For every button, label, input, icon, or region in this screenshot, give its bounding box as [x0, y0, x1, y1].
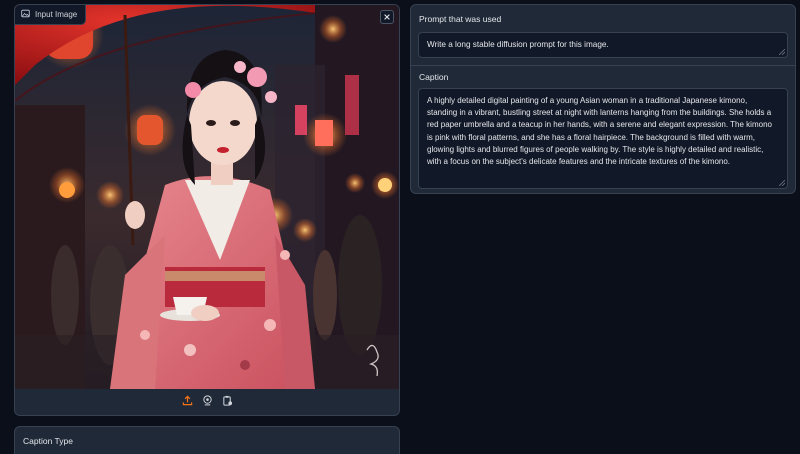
input-image-panel[interactable]: Input Image [14, 4, 400, 416]
upload-button[interactable] [181, 393, 193, 411]
clipboard-button[interactable] [221, 393, 233, 411]
upload-icon [182, 393, 193, 411]
prompt-label: Prompt that was used [419, 14, 502, 24]
prompt-textbox[interactable]: Write a long stable diffusion prompt for… [418, 32, 788, 58]
output-panel: Prompt that was used Write a long stable… [410, 4, 796, 194]
input-image-label-text: Input Image [35, 10, 78, 19]
app-page: Input Image Caption Type Prompt that was… [0, 0, 800, 454]
caption-label: Caption [419, 72, 449, 82]
resize-handle-icon[interactable] [779, 180, 785, 186]
webcam-button[interactable] [201, 393, 213, 411]
divider [411, 65, 795, 66]
image-source-toolbar [15, 389, 399, 415]
caption-textbox[interactable]: A highly detailed digital painting of a … [418, 88, 788, 189]
caption-text: A highly detailed digital painting of a … [427, 96, 772, 167]
caption-type-label: Caption Type [23, 436, 73, 446]
prompt-text: Write a long stable diffusion prompt for… [427, 40, 609, 49]
image-icon [21, 9, 30, 20]
clipboard-icon [222, 393, 233, 411]
clear-image-button[interactable] [380, 10, 394, 24]
resize-handle-icon[interactable] [779, 49, 785, 55]
close-icon [383, 8, 391, 26]
input-image[interactable] [15, 5, 399, 389]
input-image-label: Input Image [15, 5, 87, 25]
webcam-icon [202, 393, 213, 411]
caption-type-panel: Caption Type [14, 426, 400, 454]
